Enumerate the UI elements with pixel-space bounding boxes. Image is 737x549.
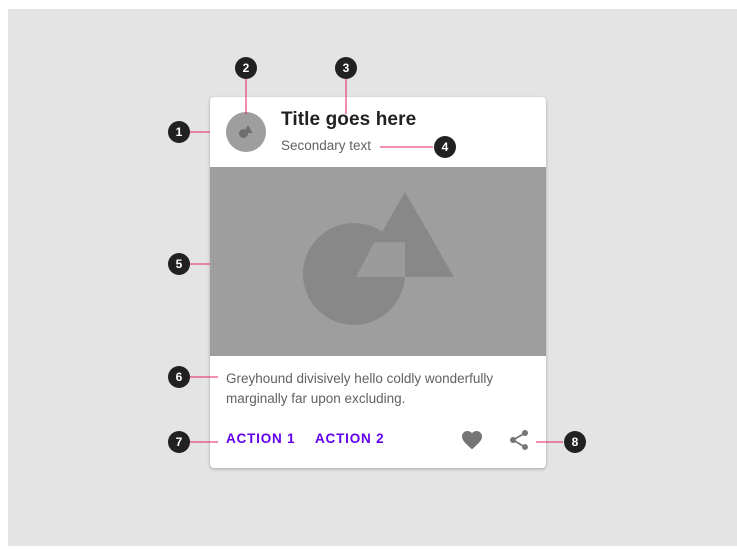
marker-8: 8: [564, 431, 586, 453]
marker-3: 3: [335, 57, 357, 79]
marker-5: 5: [168, 253, 190, 275]
marker-7: 7: [168, 431, 190, 453]
leader-lines: [190, 79, 563, 443]
marker-4: 4: [434, 136, 456, 158]
marker-2: 2: [235, 57, 257, 79]
marker-1: 1: [168, 121, 190, 143]
marker-6: 6: [168, 366, 190, 388]
